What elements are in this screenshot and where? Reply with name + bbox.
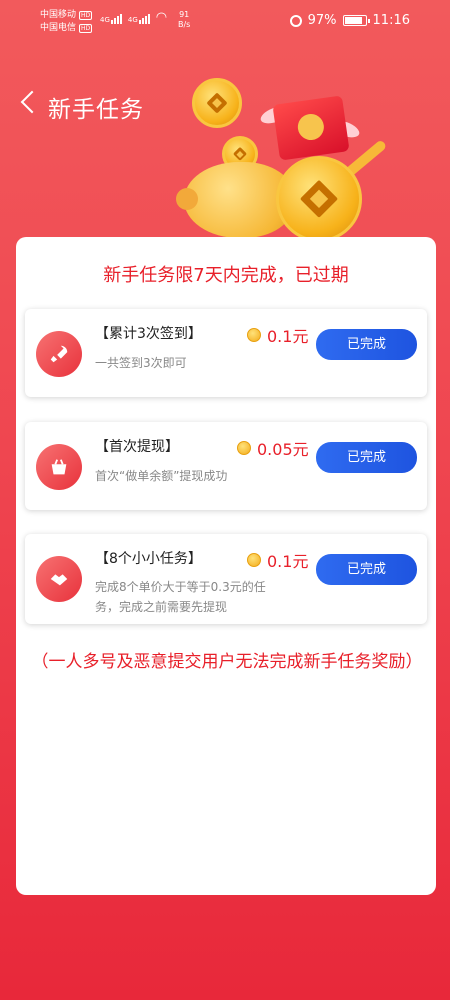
clock: 11:16 (372, 13, 410, 28)
coin-icon (237, 441, 251, 455)
task-name: 【8个小小任务】 (95, 551, 202, 567)
task-name: 【累计3次签到】 (95, 326, 202, 342)
coin-icon (192, 78, 242, 128)
page-title: 新手任务 (48, 97, 144, 123)
signal-icon: 4G (100, 14, 122, 24)
battery-icon (342, 15, 370, 26)
expiry-notice: 新手任务限7天内完成，已过期 (103, 265, 349, 286)
chevron-left-icon (20, 90, 44, 114)
alarm-icon (289, 14, 302, 27)
completed-button[interactable]: 已完成 (316, 554, 417, 585)
coin-icon (276, 156, 362, 242)
reward-value: 0.1元 (267, 327, 309, 346)
task-description-line2: 务，完成之前需要先提现 (95, 600, 228, 614)
wifi-icon: ◠ (155, 10, 168, 25)
task-description-line1: 完成8个单价大于等于0.3元的任 (95, 580, 266, 594)
reward: 0.05元 (237, 436, 309, 460)
coins-piggy-illustration (176, 70, 400, 250)
reward-value: 0.05元 (257, 440, 309, 459)
coin-icon (247, 328, 261, 342)
network-speed: 91 B/s (178, 10, 191, 29)
task-item-signin: 【累计3次签到】 0.1元 已完成 一共签到3次即可 (25, 309, 427, 397)
signal-indicators: 4G 4G ◠ (100, 10, 168, 25)
hd-badge: HD (79, 11, 93, 20)
rocket-icon (36, 331, 82, 377)
task-description: 首次“做单余额”提现成功 (95, 469, 228, 483)
task-name: 【首次提现】 (95, 439, 179, 455)
battery-percent: 97% (307, 13, 337, 28)
carrier-1: 中国移动 (40, 10, 77, 20)
handshake-icon (36, 556, 82, 602)
completed-button[interactable]: 已完成 (316, 329, 417, 360)
back-button[interactable] (14, 86, 44, 122)
reward: 0.1元 (247, 548, 308, 572)
carrier-info: 中国移动 HD 中国电信 HD (40, 9, 93, 35)
completed-button[interactable]: 已完成 (316, 442, 417, 473)
status-bar: 中国移动 HD 中国电信 HD 4G 4G ◠ 91 B/s 97% 11:16 (0, 0, 450, 40)
task-description: 一共签到3次即可 (95, 356, 187, 370)
reward: 0.1元 (247, 323, 308, 347)
carrier-2: 中国电信 (40, 23, 77, 33)
reward-value: 0.1元 (267, 552, 309, 571)
task-item-withdraw: 【首次提现】 0.05元 已完成 首次“做单余额”提现成功 (25, 422, 427, 510)
signal-icon: 4G (128, 14, 150, 24)
task-card: 新手任务限7天内完成，已过期 【累计3次签到】 0.1元 已完成 一共签到3次即… (16, 237, 436, 895)
warning-text: （一人多号及恶意提交用户无法完成新手任务奖励） (31, 652, 423, 672)
bag-icon (36, 444, 82, 490)
hd-badge: HD (79, 24, 93, 33)
task-item-small-tasks: 【8个小小任务】 0.1元 已完成 完成8个单价大于等于0.3元的任 务，完成之… (25, 534, 427, 624)
red-envelope-icon (272, 95, 350, 161)
coin-icon (247, 553, 261, 567)
